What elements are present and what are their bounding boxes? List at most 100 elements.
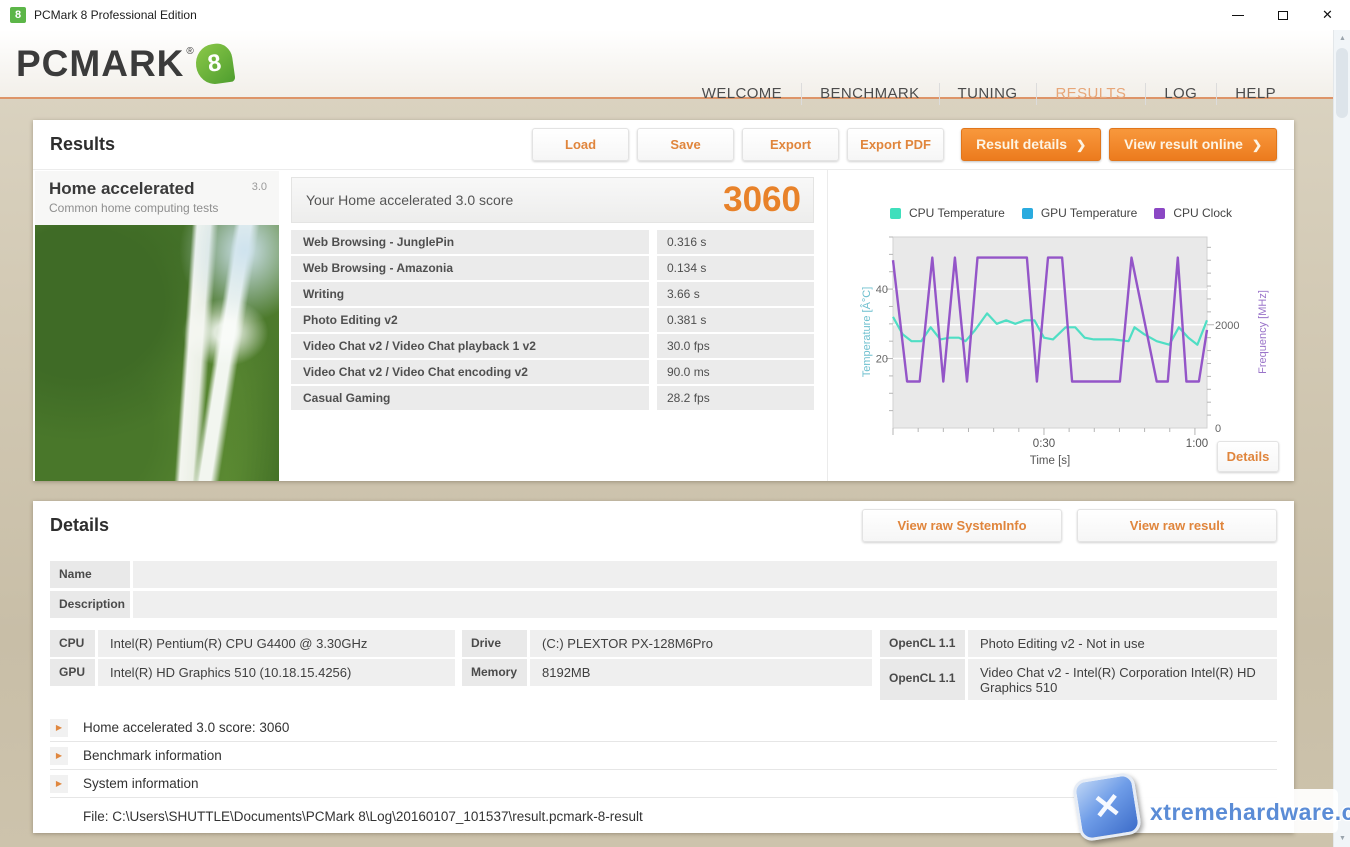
export-pdf-button[interactable]: Export PDF	[847, 128, 944, 161]
x-tick-030: 0:30	[1033, 438, 1055, 450]
test-value: 0.316 s	[657, 230, 814, 254]
right-axis-label: Frequency [MHz]	[1257, 290, 1269, 374]
result-file-path: File: C:\Users\SHUTTLE\Documents\PCMark …	[83, 803, 643, 831]
cpu-temperature-swatch-icon	[890, 208, 901, 219]
close-icon: ✕	[1322, 7, 1333, 23]
load-button[interactable]: Load	[532, 128, 629, 161]
benchmark-subtitle: Common home computing tests	[49, 201, 267, 215]
spec-value: 8192MB	[530, 659, 872, 686]
table-row: Web Browsing - Amazonia 0.134 s	[291, 256, 814, 280]
scroll-up-icon[interactable]: ▲	[1334, 30, 1350, 47]
table-row: CPU Intel(R) Pentium(R) CPU G4400 @ 3.30…	[50, 630, 455, 657]
test-name: Casual Gaming	[291, 386, 649, 410]
nav-item-help[interactable]: HELP	[1216, 85, 1295, 102]
table-row: GPU Intel(R) HD Graphics 510 (10.18.15.4…	[50, 659, 455, 686]
score-label: Your Home accelerated 3.0 score	[306, 178, 513, 222]
table-row: Web Browsing - JunglePin 0.316 s	[291, 230, 814, 254]
registered-mark: ®	[186, 46, 193, 57]
spec-label: GPU	[50, 659, 95, 686]
benchmark-name: Home accelerated	[49, 179, 195, 198]
name-value	[133, 561, 1277, 588]
main-nav: WELCOME BENCHMARK TUNING RESULTS LOG HEL…	[683, 60, 1295, 127]
close-button[interactable]: ✕	[1305, 0, 1350, 30]
spec-value: Video Chat v2 - Intel(R) Corporation Int…	[968, 659, 1277, 700]
nav-item-log[interactable]: LOG	[1145, 85, 1216, 102]
spec-value: Intel(R) Pentium(R) CPU G4400 @ 3.30GHz	[98, 630, 455, 657]
vertical-scrollbar[interactable]: ▲ ▼	[1333, 30, 1350, 847]
left-tick-40: 40	[876, 284, 888, 296]
spec-label: OpenCL 1.1	[880, 659, 965, 700]
chevron-right-icon: ❯	[1252, 130, 1262, 161]
nav-item-tuning[interactable]: TUNING	[939, 85, 1037, 102]
spec-label: CPU	[50, 630, 95, 657]
table-row: Writing 3.66 s	[291, 282, 814, 306]
expander-label: System information	[83, 776, 199, 791]
benchmark-waterfall-image	[35, 225, 279, 481]
scrollbar-thumb[interactable]	[1336, 48, 1348, 118]
test-name: Photo Editing v2	[291, 308, 649, 332]
table-row: Casual Gaming 28.2 fps	[291, 386, 814, 410]
view-raw-result-button[interactable]: View raw result	[1077, 509, 1277, 542]
cpu-clock-swatch-icon	[1154, 208, 1165, 219]
export-button[interactable]: Export	[742, 128, 839, 161]
legend-item-cpu-temperature: CPU Temperature	[890, 206, 1005, 220]
legend-label: CPU Temperature	[909, 206, 1005, 220]
test-value: 28.2 fps	[657, 386, 814, 410]
xtremehardware-logo-icon: ✕	[1072, 772, 1143, 843]
watermark-text: xtremehardware.com	[1150, 799, 1350, 826]
test-results-table: Web Browsing - JunglePin 0.316 s Web Bro…	[291, 230, 814, 412]
nav-item-benchmark[interactable]: BENCHMARK	[801, 85, 938, 102]
chart-details-button[interactable]: Details	[1217, 441, 1279, 472]
save-button[interactable]: Save	[637, 128, 734, 161]
details-button-row: View raw SystemInfo View raw result	[862, 509, 1277, 542]
nav-item-welcome[interactable]: WELCOME	[683, 85, 801, 102]
results-title: Results	[50, 120, 115, 169]
pcmark-window: 8 PCMark 8 Professional Edition ✕ PCMARK…	[0, 0, 1350, 847]
details-title: Details	[50, 501, 109, 550]
result-details-button[interactable]: Result details ❯	[961, 128, 1101, 161]
table-row: Memory 8192MB	[462, 659, 872, 686]
x-glyph: ✕	[1090, 785, 1123, 828]
gpu-temperature-swatch-icon	[1022, 208, 1033, 219]
app-icon: 8	[10, 7, 26, 23]
right-tick-2000: 2000	[1215, 320, 1239, 332]
maximize-button[interactable]	[1260, 0, 1305, 30]
test-value: 90.0 ms	[657, 360, 814, 384]
description-value	[133, 591, 1277, 618]
view-raw-systeminfo-button[interactable]: View raw SystemInfo	[862, 509, 1062, 542]
minimize-button[interactable]	[1215, 0, 1260, 30]
spec-value: Photo Editing v2 - Not in use	[968, 630, 1277, 657]
spec-col-cpu-gpu: CPU Intel(R) Pentium(R) CPU G4400 @ 3.30…	[50, 630, 455, 688]
expander-label: Home accelerated 3.0 score: 3060	[83, 720, 289, 735]
test-value: 30.0 fps	[657, 334, 814, 358]
score-strip: Your Home accelerated 3.0 score 3060	[291, 177, 814, 223]
expand-arrow-icon: ▶	[50, 775, 68, 793]
table-row: Drive (C:) PLEXTOR PX-128M6Pro	[462, 630, 872, 657]
app-header: PCMARK ® 8 WELCOME BENCHMARK TUNING RESU…	[0, 30, 1350, 99]
nav-item-results[interactable]: RESULTS	[1036, 85, 1145, 102]
table-row: Video Chat v2 / Video Chat playback 1 v2…	[291, 334, 814, 358]
results-button-row: Load Save Export Export PDF Result detai…	[532, 128, 1277, 161]
expander-home-accelerated-score[interactable]: ▶ Home accelerated 3.0 score: 3060	[50, 714, 1277, 742]
chart-legend: CPU Temperature GPU Temperature CPU Cloc…	[828, 206, 1294, 220]
minimize-icon	[1232, 15, 1244, 16]
spec-label: OpenCL 1.1	[880, 630, 965, 657]
legend-label: GPU Temperature	[1041, 206, 1138, 220]
test-name: Writing	[291, 282, 649, 306]
table-row: OpenCL 1.1 Photo Editing v2 - Not in use	[880, 630, 1277, 657]
test-name: Video Chat v2 / Video Chat encoding v2	[291, 360, 649, 384]
description-row: Description	[50, 591, 1277, 618]
expander-label: Benchmark information	[83, 748, 222, 763]
title-bar: 8 PCMark 8 Professional Edition ✕	[0, 0, 1350, 30]
chevron-right-icon: ❯	[1076, 130, 1086, 161]
xtremehardware-watermark: ✕ xtremehardware.com	[1058, 773, 1350, 847]
view-result-online-button[interactable]: View result online ❯	[1109, 128, 1277, 161]
spec-value: (C:) PLEXTOR PX-128M6Pro	[530, 630, 872, 657]
maximize-icon	[1278, 11, 1288, 20]
description-label: Description	[50, 591, 130, 618]
expander-benchmark-information[interactable]: ▶ Benchmark information	[50, 742, 1277, 770]
left-axis-label: Temperature [Â°C]	[860, 287, 873, 378]
view-result-online-label: View result online	[1124, 129, 1243, 160]
test-value: 0.134 s	[657, 256, 814, 280]
test-name: Web Browsing - Amazonia	[291, 256, 649, 280]
